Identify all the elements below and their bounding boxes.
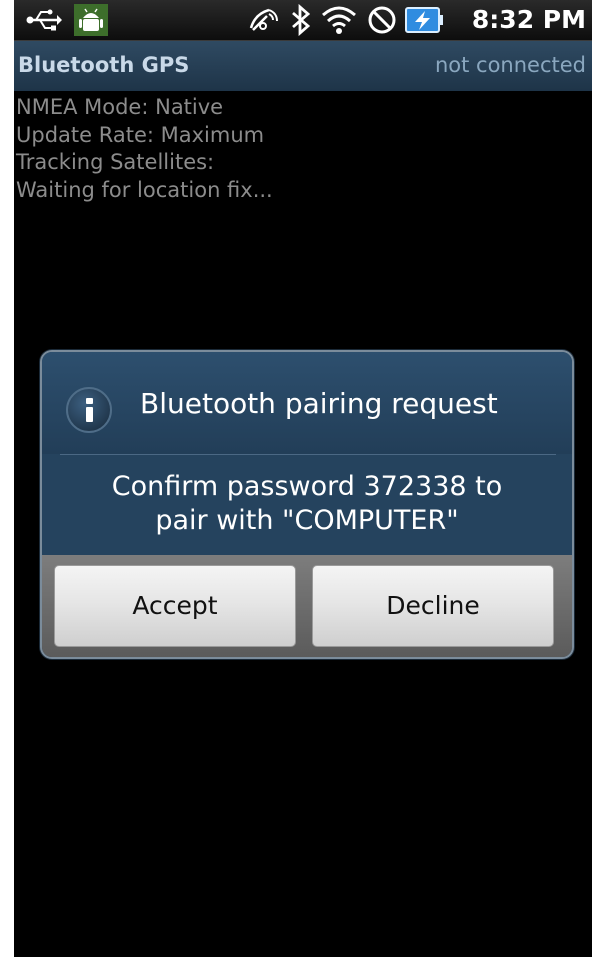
gps-icon: [249, 8, 278, 31]
accept-button[interactable]: Accept: [54, 565, 296, 647]
usb-icon: [26, 9, 62, 31]
app-title: Bluetooth GPS: [18, 53, 190, 77]
dialog-message-line-1: Confirm password 372338 to: [111, 471, 503, 502]
tracking-satellites-text: Tracking Satellites:: [16, 150, 215, 174]
status-time: 8:32 PM: [471, 5, 586, 34]
gps-info-panel: NMEA Mode: Native Update Rate: Maximum T…: [16, 94, 273, 204]
dialog-title: Bluetooth pairing request: [140, 387, 498, 420]
do-not-disturb-icon: [368, 6, 396, 34]
nmea-mode-text: NMEA Mode: Native: [16, 95, 224, 119]
status-bar: 8:32 PM: [14, 0, 592, 41]
bluetooth-icon: [292, 4, 311, 36]
info-icon: [66, 387, 112, 433]
dialog-message: Confirm password 372338 to pair with "CO…: [42, 470, 572, 538]
update-rate-text: Update Rate: Maximum: [16, 122, 265, 147]
dialog-message-line-2: pair with "COMPUTER": [155, 505, 459, 536]
phone-screen: 8:32 PM Bluetooth GPS not connected NMEA…: [14, 0, 592, 957]
dialog-divider: [60, 454, 556, 455]
pairing-dialog: Bluetooth pairing request Confirm passwo…: [40, 350, 574, 659]
android-debug-icon: [74, 4, 108, 36]
dialog-button-bar: Accept Decline: [42, 555, 572, 657]
dialog-header: Bluetooth pairing request: [42, 352, 572, 454]
connection-status: not connected: [434, 53, 586, 77]
location-fix-status: Waiting for location fix...: [16, 177, 273, 202]
decline-button[interactable]: Decline: [312, 565, 554, 647]
app-title-bar: Bluetooth GPS not connected: [14, 41, 592, 91]
battery-charging-icon: [405, 7, 443, 33]
wifi-icon: [322, 6, 356, 34]
